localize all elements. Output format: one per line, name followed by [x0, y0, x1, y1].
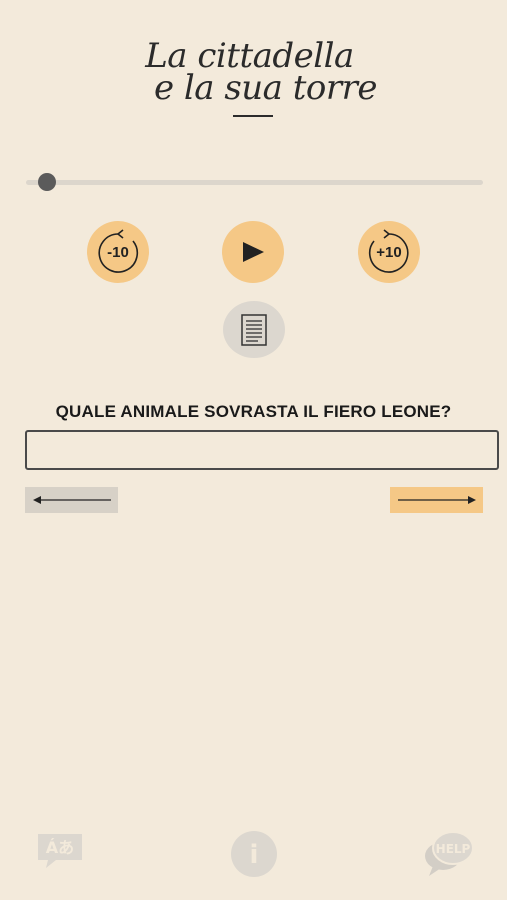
previous-button[interactable]	[25, 487, 118, 513]
audio-progress-thumb[interactable]	[37, 173, 56, 191]
play-button[interactable]	[222, 221, 284, 283]
language-icon-text: Áあ	[46, 838, 74, 857]
info-icon: i	[231, 831, 277, 877]
arrow-right-icon	[397, 496, 476, 504]
document-icon	[241, 313, 267, 346]
quiz-question: QUALE ANIMALE SOVRASTA IL FIERO LEONE?	[55, 402, 452, 421]
translate-icon: Áあ	[38, 834, 82, 868]
forward-label: +10	[376, 243, 402, 261]
next-button[interactable]	[390, 487, 483, 513]
title-underline	[233, 115, 273, 117]
forward-10-button[interactable]: +10	[358, 221, 420, 283]
audio-progress-track[interactable]	[26, 180, 483, 185]
help-icon-text: HELP	[436, 842, 471, 856]
title-line-2: e la sua torre	[153, 68, 378, 108]
answer-input[interactable]	[25, 430, 499, 470]
rewind-10-button[interactable]: -10	[87, 221, 149, 283]
transcript-button[interactable]	[223, 301, 285, 358]
page-title: La cittadella e la sua torre	[0, 39, 507, 108]
rewind-label: -10	[107, 243, 129, 261]
arrow-left-icon	[32, 496, 111, 504]
info-icon-text: i	[250, 840, 259, 870]
help-button[interactable]: HELP	[423, 830, 475, 883]
help-icon: HELP	[425, 831, 474, 876]
language-button[interactable]: Áあ	[36, 832, 84, 875]
info-button[interactable]: i	[230, 831, 278, 882]
play-icon	[243, 242, 264, 262]
